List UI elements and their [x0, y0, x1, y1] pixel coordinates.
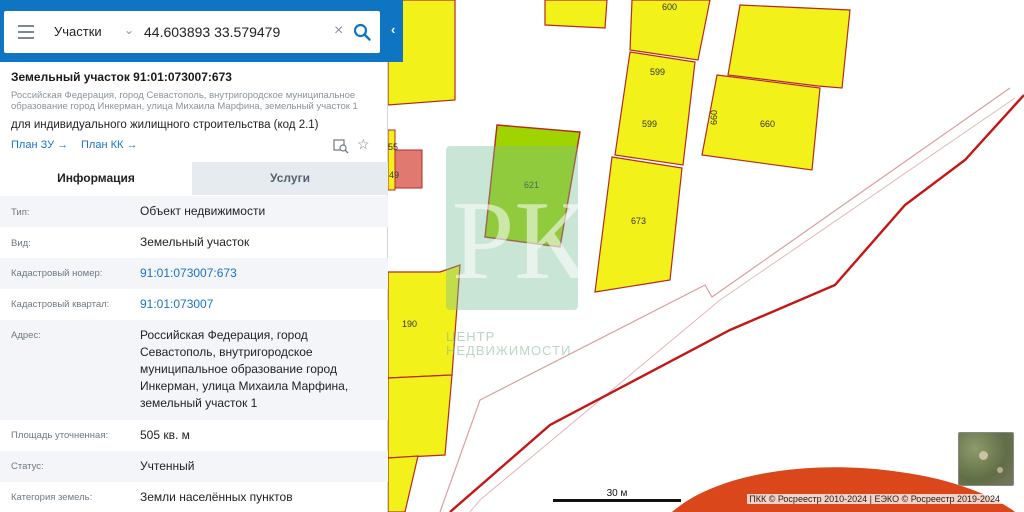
- parcel-55[interactable]: [387, 129, 396, 191]
- tab-information[interactable]: Информация: [0, 162, 192, 195]
- star-icon[interactable]: ☆: [357, 136, 373, 152]
- tab-services[interactable]: Услуги: [192, 162, 388, 195]
- plot-label: 190: [402, 319, 417, 329]
- plan-zu-link[interactable]: План ЗУ →: [11, 139, 68, 151]
- plot-label: 600: [662, 2, 677, 12]
- watermark-text: ЦЕНТР НЕДВИЖИМОСТИ: [446, 329, 572, 358]
- property-value: 505 кв. м: [140, 428, 190, 442]
- property-key: Кадастровый квартал:: [11, 299, 110, 310]
- plot-label: 599: [650, 67, 665, 77]
- search-header: Участки ⌄ ×: [0, 0, 403, 62]
- property-row: Кадастровый номер: 91:01:073007:673: [0, 258, 388, 289]
- property-value: Земли населённых пунктов: [140, 490, 293, 504]
- property-value: Российская Федерация, город Севастополь,…: [140, 328, 349, 410]
- parcel-purpose: для индивидуального жилищного строительс…: [11, 119, 319, 131]
- property-key: Кадастровый номер:: [11, 268, 103, 279]
- satellite-layer-toggle[interactable]: [958, 432, 1014, 486]
- map-scale: 30 м: [553, 488, 681, 502]
- plan-kk-link[interactable]: План КК →: [81, 139, 137, 151]
- property-row: Категория земель: Земли населённых пункт…: [0, 482, 388, 512]
- satellite-thumbnail: [979, 451, 988, 460]
- property-row: Площадь уточненная: 505 кв. м: [0, 420, 388, 451]
- property-row: Статус: Учтенный: [0, 451, 388, 482]
- parcel-49[interactable]: [394, 149, 423, 189]
- search-input[interactable]: [144, 21, 329, 43]
- layer-select[interactable]: Участки: [54, 24, 102, 39]
- parcel-title: Земельный участок 91:01:073007:673: [11, 70, 232, 84]
- plot-label: 660: [760, 119, 775, 129]
- watermark-letters: РК: [452, 179, 590, 303]
- property-value: Объект недвижимости: [140, 204, 266, 218]
- property-key: Категория земель:: [11, 492, 93, 503]
- property-value: Земельный участок: [140, 235, 250, 249]
- plot-label: 673: [631, 216, 646, 226]
- property-value: Учтенный: [140, 459, 195, 473]
- property-key: Площадь уточненная:: [11, 430, 109, 441]
- chevron-left-icon: ‹: [391, 22, 396, 37]
- property-row: Тип: Объект недвижимости: [0, 196, 388, 227]
- property-key: Адрес:: [11, 330, 41, 341]
- search-box: Участки ⌄ ×: [4, 11, 380, 53]
- plot-label: 49: [389, 170, 399, 180]
- property-key: Тип:: [11, 207, 30, 218]
- info-panel: Участки ⌄ × ‹ Земельный участок 91:01:07…: [0, 0, 403, 512]
- plot-label: 660: [709, 110, 719, 125]
- property-row: Адрес: Российская Федерация, город Севас…: [0, 320, 388, 420]
- property-row: Кадастровый квартал: 91:01:073007: [0, 289, 388, 320]
- parcel-address: Российская Федерация, город Севастополь,…: [11, 90, 358, 112]
- plot-label: 55: [388, 142, 398, 152]
- cadastral-number-link[interactable]: 91:01:073007:673: [140, 265, 376, 282]
- collapse-panel-button[interactable]: ‹: [388, 0, 403, 62]
- plot-label: 599: [642, 119, 657, 129]
- menu-icon[interactable]: [18, 25, 34, 39]
- map-attribution: ПКК © Росреестр 2010-2024 | ЕЭКО © Росре…: [747, 494, 1002, 504]
- scale-label: 30 м: [606, 488, 628, 499]
- tab-bar: Информация Услуги: [0, 162, 388, 195]
- search-icon[interactable]: [353, 23, 371, 41]
- zoom-to-parcel-icon[interactable]: [333, 138, 349, 154]
- property-row: Вид: Земельный участок: [0, 227, 388, 258]
- parcel[interactable]: [387, 455, 419, 512]
- cadastral-quarter-link[interactable]: 91:01:073007: [140, 296, 376, 313]
- parcel-upper-right[interactable]: [727, 4, 851, 89]
- property-key: Статус:: [11, 461, 44, 472]
- property-key: Вид:: [11, 238, 31, 249]
- chevron-down-icon[interactable]: ⌄: [124, 23, 134, 37]
- parcel[interactable]: [544, 0, 608, 29]
- close-icon[interactable]: ×: [334, 22, 343, 40]
- parcel[interactable]: [387, 374, 453, 459]
- scale-bar: [553, 499, 681, 502]
